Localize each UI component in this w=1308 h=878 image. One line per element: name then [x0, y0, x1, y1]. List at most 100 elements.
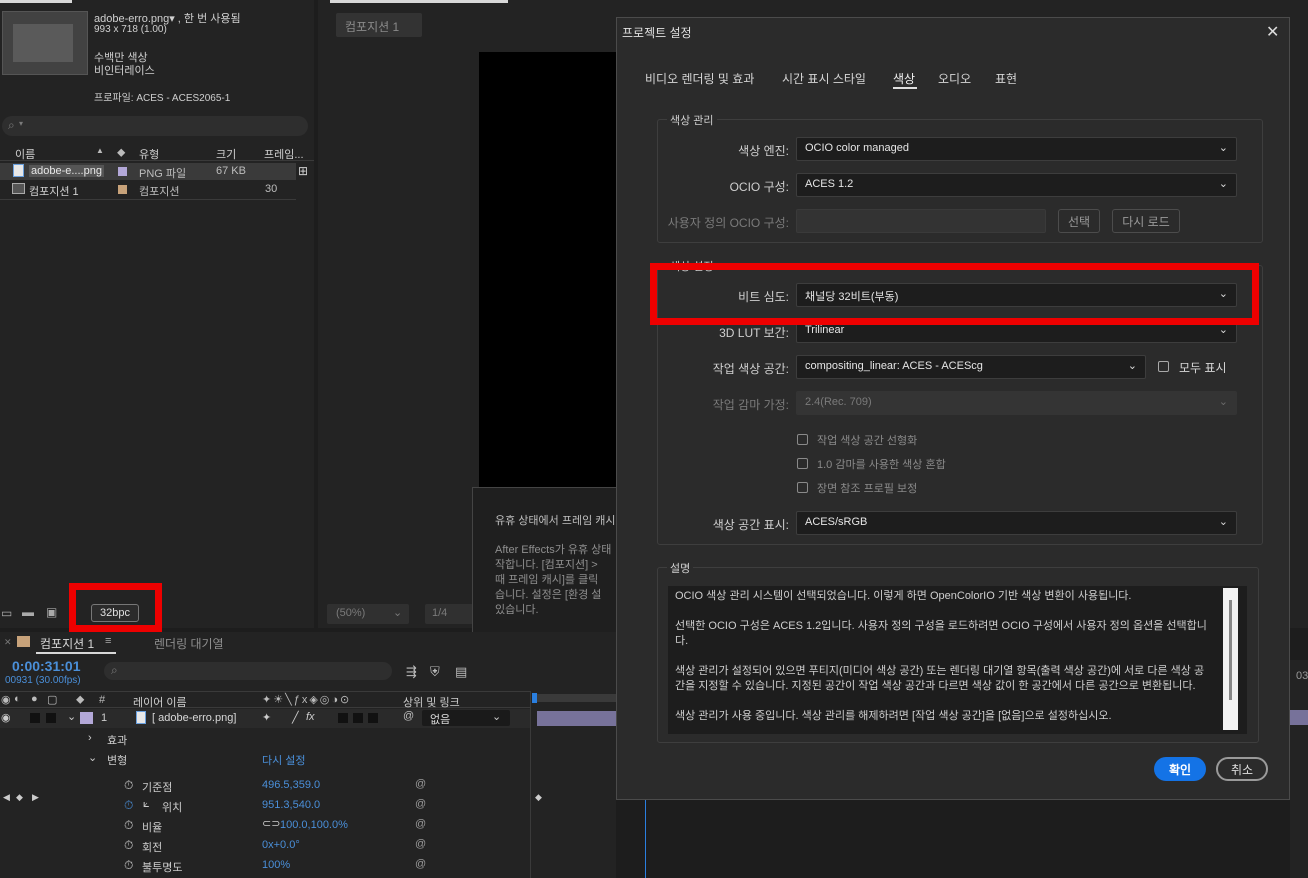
property-row[interactable]: ⏱ 회전 0x+0.0° @	[0, 837, 530, 856]
pickwhip-icon[interactable]: @	[415, 778, 426, 790]
shy-layers-icon[interactable]: ▤	[455, 664, 467, 680]
resolution-select[interactable]: 1/4	[425, 604, 473, 624]
project-item-row[interactable]: 컴포지션 1 컴포지션 30	[0, 181, 296, 198]
flowchart-icon[interactable]: ⊞	[298, 164, 308, 178]
eye-icon[interactable]: ◉	[1, 711, 11, 724]
col-parent-link[interactable]: 상위 및 링크	[403, 694, 460, 710]
composition-mini-flowchart-icon[interactable]: ⇶	[406, 664, 417, 680]
layer-row[interactable]: ◉ ⌄ 1 [ adobe-erro.png] ✦ ╱ fx @ 없음 ⌄	[0, 709, 530, 728]
shy-switch-icon[interactable]: ✦	[262, 711, 271, 724]
stopwatch-icon[interactable]: ⏱	[124, 858, 133, 873]
stopwatch-icon[interactable]: ⏱	[124, 818, 133, 833]
property-value[interactable]: 100.0,100.0%	[280, 819, 348, 831]
ocio-config-select[interactable]: ACES 1.2 ⌄	[796, 173, 1237, 197]
property-value[interactable]: 100%	[262, 859, 290, 871]
display-space-select[interactable]: ACES/sRGB ⌄	[796, 511, 1237, 535]
playhead[interactable]	[645, 800, 646, 878]
solo-icon[interactable]: ●	[31, 693, 38, 705]
col-type[interactable]: 유형	[139, 146, 159, 162]
parent-select[interactable]: 없음 ⌄	[422, 710, 510, 726]
stopwatch-icon[interactable]: ⏱	[124, 778, 133, 793]
menu-icon[interactable]: ≡	[105, 635, 111, 647]
layer-name[interactable]: [ adobe-erro.png]	[152, 712, 236, 724]
tab-composition-timeline[interactable]: 컴포지션 1	[40, 635, 94, 652]
work-area-bar[interactable]	[532, 694, 616, 702]
transform-group[interactable]: 변형	[107, 752, 127, 768]
lock-icon[interactable]: ▢	[47, 693, 57, 706]
gamma-select[interactable]: 2.4(Rec. 709) ⌄	[796, 391, 1237, 415]
pickwhip-icon[interactable]: @	[415, 858, 426, 870]
graph-icon[interactable]: ⟀	[143, 798, 150, 811]
prev-keyframe-icon[interactable]: ◀	[3, 792, 10, 803]
ok-button[interactable]: 확인	[1154, 757, 1206, 781]
col-name[interactable]: 이름	[15, 146, 35, 162]
scene-referred-checkbox[interactable]	[797, 482, 808, 493]
switch-box[interactable]	[338, 713, 348, 723]
cancel-button[interactable]: 취소	[1216, 757, 1268, 781]
project-item-row[interactable]: adobe-e....png PNG 파일 67 KB	[0, 163, 296, 180]
tab-video-rendering[interactable]: 비디오 렌더링 및 효과	[645, 70, 754, 87]
scrollbar-thumb[interactable]	[1229, 600, 1232, 700]
pickwhip-icon[interactable]: @	[403, 710, 414, 722]
property-row[interactable]: ⏱ 불투명도 100% @	[0, 857, 530, 876]
property-value[interactable]: 951.3,540.0	[262, 799, 320, 811]
tab-render-queue[interactable]: 렌더링 대기열	[154, 635, 224, 652]
stopwatch-icon[interactable]: ⏱	[124, 838, 133, 853]
stopwatch-icon[interactable]: ⏱	[124, 798, 133, 813]
property-row[interactable]: ⏱ ⊂⊃ 비율 100.0,100.0% @	[0, 817, 530, 836]
timeline-search-input[interactable]: ⌕	[104, 662, 392, 680]
label-tag-icon[interactable]: ⬥	[76, 692, 84, 707]
close-icon[interactable]: ✕	[4, 637, 12, 648]
quality-switch-icon[interactable]: ╱	[292, 711, 299, 724]
eye-icon[interactable]: ◉	[1, 693, 11, 706]
switch-box[interactable]	[368, 713, 378, 723]
zoom-select[interactable]: (50%) ⌄	[327, 604, 409, 624]
tab-composition[interactable]: 컴포지션 1	[336, 13, 422, 37]
draft-3d-icon[interactable]: ⛨	[430, 664, 440, 680]
custom-ocio-field[interactable]	[796, 209, 1046, 233]
property-value[interactable]: 0x+0.0°	[262, 839, 300, 851]
pickwhip-icon[interactable]: @	[415, 838, 426, 850]
work-area-start[interactable]	[532, 693, 537, 703]
col-layer-name[interactable]: 레이어 이름	[133, 694, 187, 710]
gamma-blend-checkbox[interactable]	[797, 458, 808, 469]
lock-box[interactable]	[46, 713, 56, 723]
constrain-proportions-icon[interactable]: ⊂⊃	[262, 817, 280, 830]
interpret-footage-icon[interactable]: ▭	[1, 606, 12, 620]
property-row[interactable]: ⏱ ⟀ 위치 951.3,540.0 @	[0, 797, 530, 816]
color-engine-select[interactable]: OCIO color managed ⌄	[796, 137, 1237, 161]
label-tag-icon[interactable]: ⬥	[117, 145, 125, 160]
bit-depth-button[interactable]: 32bpc	[91, 604, 139, 622]
tab-expressions[interactable]: 표현	[995, 70, 1017, 87]
keyframe-diamond[interactable]: ◆	[535, 792, 542, 803]
new-composition-icon[interactable]: ▣	[46, 605, 57, 619]
label-color-swatch[interactable]	[80, 712, 93, 724]
collapse-transform-icon[interactable]: ⌄	[88, 751, 97, 764]
select-button[interactable]: 선택	[1058, 209, 1100, 233]
linearize-checkbox[interactable]	[797, 434, 808, 445]
search-input[interactable]: ⌕ ▾	[2, 116, 308, 136]
working-space-select[interactable]: compositing_linear: ACES - ACEScg ⌄	[796, 355, 1146, 379]
property-row[interactable]: ⏱ 기준점 496.5,359.0 @	[0, 777, 530, 796]
new-folder-icon[interactable]: ▬	[22, 605, 34, 619]
tab-audio[interactable]: 오디오	[938, 70, 971, 87]
reset-link[interactable]: 다시 설정	[262, 752, 306, 768]
col-size[interactable]: 크기	[216, 146, 236, 162]
pickwhip-icon[interactable]: @	[415, 818, 426, 830]
add-keyframe-icon[interactable]: ◆	[16, 792, 23, 803]
switch-box[interactable]	[353, 713, 363, 723]
layer-duration-bar[interactable]	[537, 711, 616, 726]
scrollbar-track[interactable]	[1223, 588, 1238, 730]
fx-switch-icon[interactable]: fx	[306, 711, 315, 723]
col-frames[interactable]: 프레임...	[264, 146, 304, 162]
speaker-icon[interactable]: ◐	[14, 693, 21, 705]
expand-effects-icon[interactable]: ›	[88, 732, 92, 744]
pickwhip-icon[interactable]: @	[415, 798, 426, 810]
effects-group[interactable]: 효과	[107, 732, 127, 748]
property-value[interactable]: 496.5,359.0	[262, 779, 320, 791]
solo-box[interactable]	[30, 713, 40, 723]
tab-time-display[interactable]: 시간 표시 스타일	[782, 70, 866, 87]
timecode[interactable]: 0:00:31:01	[12, 658, 81, 674]
tab-color[interactable]: 색상	[893, 70, 915, 87]
reload-button[interactable]: 다시 로드	[1112, 209, 1180, 233]
